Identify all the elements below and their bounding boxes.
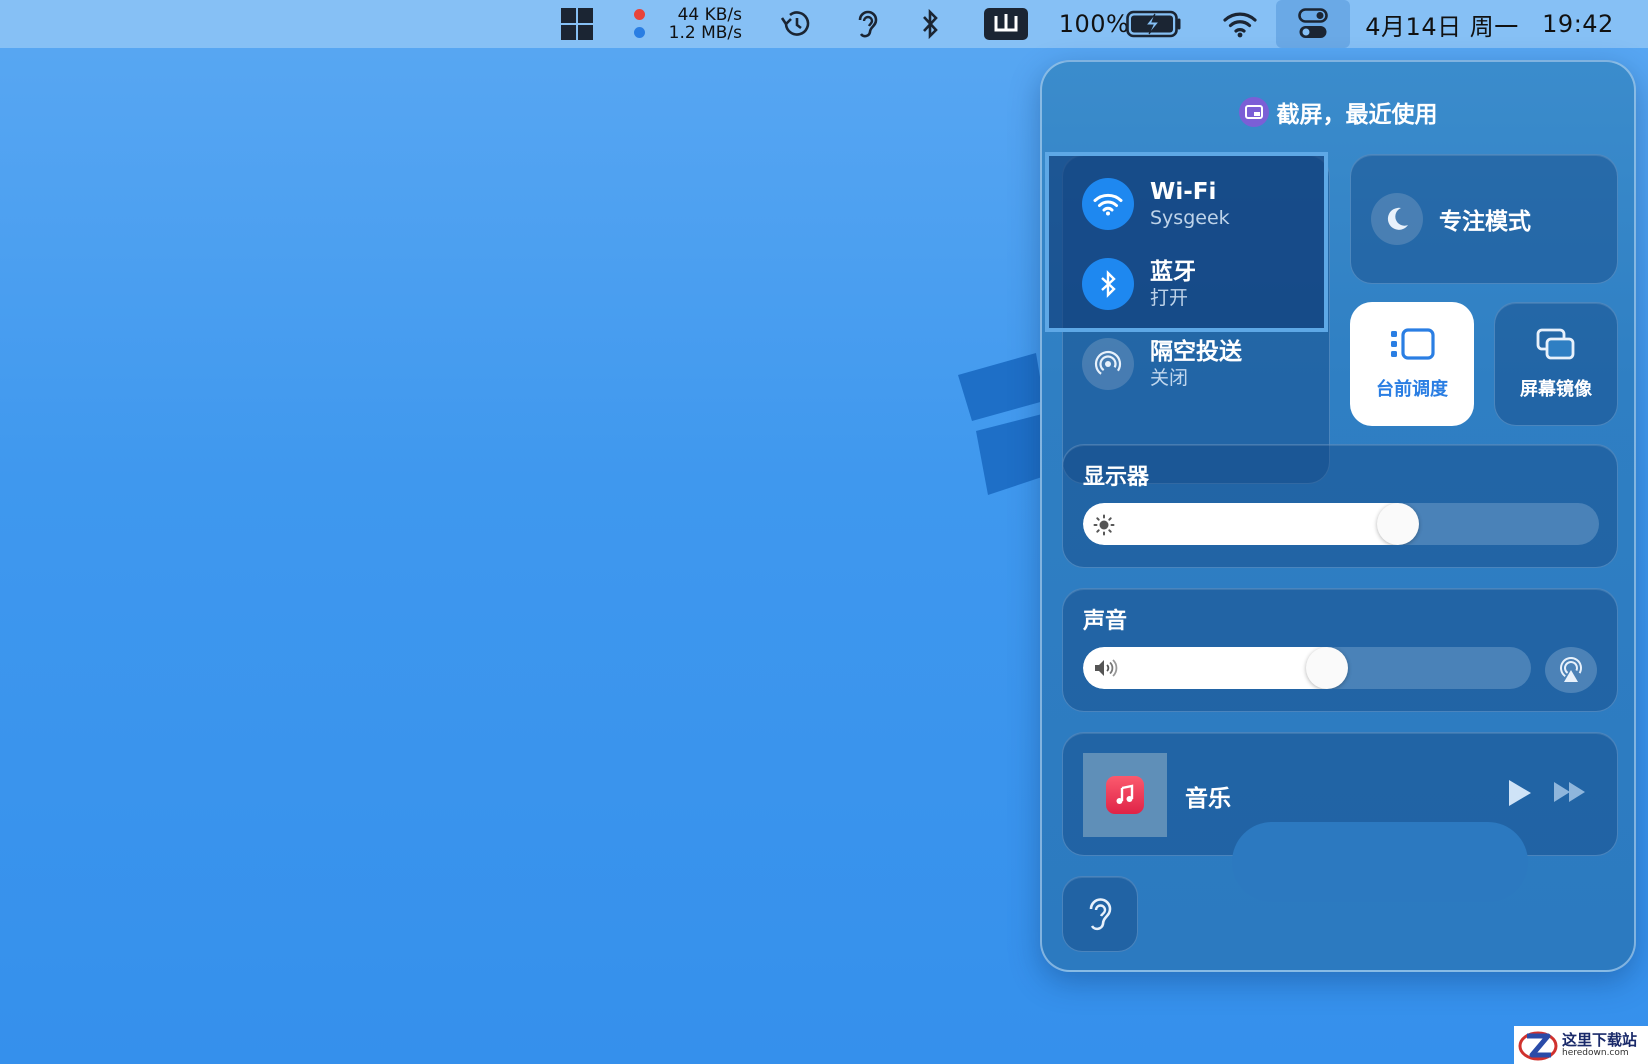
- stage-manager-label: 台前调度: [1376, 379, 1448, 400]
- wifi-control[interactable]: Wi-Fi Sysgeek: [1082, 178, 1230, 230]
- airdrop-title: 隔空投送: [1150, 339, 1242, 365]
- wifi-toggle-icon[interactable]: [1082, 178, 1134, 230]
- brightness-slider-knob[interactable]: [1377, 503, 1419, 545]
- now-playing-title: 音乐: [1185, 786, 1231, 812]
- fast-forward-icon: [1554, 782, 1585, 802]
- menu-bar: 44 KB/s 1.2 MB/s 100% 4月14日 周一 19:42: [0, 0, 1648, 48]
- watermark-title: 这里下载站: [1562, 1031, 1638, 1049]
- bluetooth-control[interactable]: 蓝牙 打开: [1082, 258, 1196, 310]
- hearing-tile-icon: [1089, 898, 1112, 931]
- wifi-title: Wi-Fi: [1150, 179, 1217, 205]
- volume-slider-knob[interactable]: [1306, 647, 1348, 689]
- menubar-time[interactable]: 19:42: [1536, 0, 1620, 48]
- bluetooth-toggle-icon[interactable]: [1082, 258, 1134, 310]
- focus-mode-button[interactable]: 专注模式: [1350, 154, 1618, 284]
- screen-mirroring-button[interactable]: 屏幕镜像: [1494, 302, 1618, 426]
- input-method-icon[interactable]: [984, 0, 1028, 48]
- bluetooth-status: 打开: [1150, 287, 1189, 309]
- display-module: 显示器: [1062, 444, 1618, 568]
- brightness-sun-icon: [1093, 514, 1115, 540]
- time-machine-icon[interactable]: [778, 0, 814, 48]
- site-watermark: 这里下载站 heredown.com: [1514, 1026, 1648, 1064]
- album-artwork[interactable]: [1083, 753, 1167, 837]
- airplay-audio-button[interactable]: [1545, 647, 1597, 693]
- wallpaper-windows-logo: [958, 335, 1048, 499]
- network-download-speed: 1.2 MB/s: [668, 23, 742, 43]
- screenshot-recent-label: 截屏，最近使用: [1276, 102, 1438, 128]
- menubar-date[interactable]: 4月14日 周一: [1362, 0, 1522, 48]
- hearing-button[interactable]: [1062, 876, 1138, 952]
- airdrop-status: 关闭: [1150, 367, 1189, 389]
- music-app-icon: [1106, 776, 1144, 814]
- bluetooth-icon[interactable]: [918, 0, 942, 48]
- fast-forward-button[interactable]: [1553, 781, 1587, 807]
- battery-percent[interactable]: 100%: [1059, 0, 1129, 48]
- screenshot-icon: [1238, 97, 1269, 127]
- moon-icon: [1371, 193, 1423, 245]
- screenshot-recent-header[interactable]: 截屏，最近使用: [1042, 92, 1634, 132]
- sound-module: 声音: [1062, 588, 1618, 712]
- control-center-panel: 截屏，最近使用 Wi-Fi Sysgeek 蓝牙 打开 隔空投送 关闭 专注模式…: [1040, 60, 1636, 972]
- stage-manager-icon: [1389, 327, 1435, 365]
- battery-charging-icon[interactable]: [1126, 0, 1184, 48]
- screen-mirroring-icon: [1536, 327, 1576, 365]
- bluetooth-title: 蓝牙: [1150, 259, 1196, 285]
- display-label: 显示器: [1083, 465, 1150, 490]
- upload-dot: [634, 9, 645, 20]
- network-speed-monitor[interactable]: 44 KB/s 1.2 MB/s: [634, 0, 742, 48]
- download-dot: [634, 27, 645, 38]
- brightness-fill: [1083, 503, 1398, 545]
- screen-mirroring-label: 屏幕镜像: [1520, 379, 1592, 400]
- wifi-icon[interactable]: [1222, 0, 1258, 48]
- airdrop-control[interactable]: 隔空投送 关闭: [1082, 338, 1242, 390]
- play-button[interactable]: [1507, 779, 1533, 811]
- control-center-icon[interactable]: [1276, 0, 1350, 48]
- airdrop-toggle-icon[interactable]: [1082, 338, 1134, 390]
- hearing-icon[interactable]: [852, 0, 882, 48]
- watermark-url: heredown.com: [1562, 1048, 1629, 1058]
- speaker-icon: [1093, 658, 1119, 682]
- volume-fill: [1083, 647, 1327, 689]
- stage-manager-button[interactable]: 台前调度: [1350, 302, 1474, 426]
- airplay-audio-icon: [1560, 657, 1582, 682]
- brightness-slider[interactable]: [1083, 503, 1599, 545]
- watermark-logo: [1518, 1031, 1558, 1061]
- network-upload-speed: 44 KB/s: [677, 5, 742, 25]
- wifi-network-name: Sysgeek: [1150, 207, 1230, 229]
- focus-mode-label: 专注模式: [1439, 209, 1531, 235]
- play-icon: [1509, 780, 1531, 806]
- sound-label: 声音: [1083, 609, 1128, 634]
- volume-slider[interactable]: [1083, 647, 1531, 689]
- overlay-blur-region: [1232, 822, 1528, 902]
- windows-icon[interactable]: [560, 0, 594, 48]
